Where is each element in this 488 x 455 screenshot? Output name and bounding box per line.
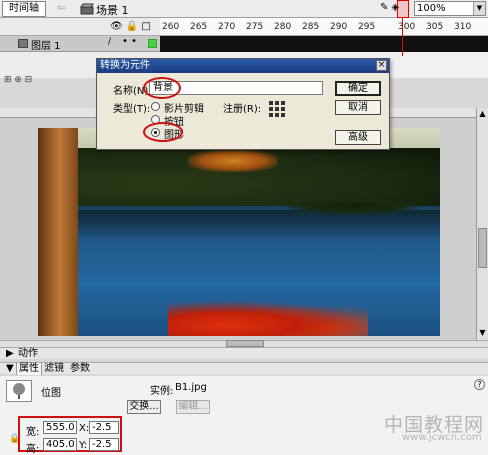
scroll-up-icon[interactable]: ▲ [477,109,488,118]
zoom-value: 100% [417,3,446,14]
ruler-tick: 265 [190,22,208,32]
y-label: Y: [79,440,88,451]
convert-to-symbol-dialog: 转换为元件 × 名称(N): 背景 类型(T): 影片剪辑 按钮 图形 注册(R… [96,58,390,150]
height-field[interactable]: 405.0 [43,438,77,451]
swap-button[interactable]: 交换... [127,400,161,414]
timeline-tab[interactable]: 时间轴 [2,1,46,17]
actions-label: 动作 [18,348,38,359]
type-label: 类型(T): [113,104,151,115]
radio-movie-clip[interactable] [151,102,160,111]
tab-filters[interactable]: 滤镜 [42,363,66,375]
bitmap-label: 位图 [41,388,61,399]
island [288,198,418,214]
registration-label: 注册(R): [223,104,262,115]
layer-header: 👁 🔒 □ [0,18,160,36]
red-leaves [168,300,368,336]
y-field[interactable]: -2.5 [89,438,119,451]
ruler-tick: 300 [398,22,416,32]
ruler-tick: 295 [358,22,376,32]
instance-label: 实例: [150,386,174,397]
ok-button[interactable]: 确定 [335,81,381,96]
bitmap-tree-icon [6,380,32,402]
advanced-button[interactable]: 高级 [335,130,381,145]
width-label: 宽: [26,427,40,438]
height-label: 高: [26,444,40,455]
highlight-oval-name [143,77,181,99]
scene-clapper-icon [80,3,94,15]
vertical-scrollbar[interactable]: ▲ ▼ [476,108,488,340]
properties-panel-tabs: ▼ 属性 滤镜 参数 [0,362,488,375]
autumn-trees [188,150,278,172]
x-field[interactable]: -2.5 [89,421,119,434]
scrollbar-thumb[interactable] [478,228,487,268]
eye-lock-outline-icons[interactable]: 👁 🔒 □ [110,21,151,32]
width-field[interactable]: 555.0 [43,421,77,434]
zoom-select[interactable]: 100% ▼ [414,1,486,16]
watermark-url: www.jcwcn.com [402,432,482,443]
scroll-down-icon[interactable]: ▼ [477,328,488,337]
collapse-arrow-icon[interactable]: ▼ [6,363,14,374]
playhead-line [402,18,403,56]
scene-label[interactable]: 场景 1 [96,2,129,18]
ruler-tick: 280 [274,22,292,32]
layer-outline-color-swatch[interactable] [148,39,157,48]
ruler-tick: 260 [162,22,180,32]
dialog-title: 转换为元件 [100,60,150,71]
frame-ruler[interactable]: 260 265 270 275 280 285 290 295 300 305 … [160,18,488,36]
stage-bitmap[interactable] [38,128,440,336]
insert-layer-icons[interactable]: ⊞ ⊕ ⊟ [4,75,32,85]
dialog-title-bar[interactable]: 转换为元件 × [97,59,389,73]
expand-arrow-icon: ▶ [6,348,14,359]
ruler-tick: 270 [218,22,236,32]
actions-panel-bar[interactable]: ▶ 动作 [0,347,488,359]
tab-properties[interactable]: 属性 [16,363,42,375]
hscrollbar-thumb[interactable] [226,340,264,347]
tree-trunk [38,128,78,336]
ruler-tick: 310 [454,22,472,32]
frames-row[interactable] [160,36,488,52]
pencil-icon: / [108,37,112,47]
ruler-tick: 285 [302,22,320,32]
x-label: X: [79,423,90,434]
highlight-oval-graphic [143,122,183,142]
layer-visibility-dots[interactable]: • • [122,36,137,47]
tab-parameters[interactable]: 参数 [68,363,92,375]
instance-value: B1.jpg [175,382,207,393]
layer-icon [18,39,28,48]
chevron-down-icon[interactable]: ▼ [473,2,485,15]
cancel-button[interactable]: 取消 [335,100,381,115]
ruler-tick: 290 [330,22,348,32]
layer-name: 图层 1 [31,41,61,52]
ruler-tick: 275 [246,22,264,32]
back-arrow-icon[interactable]: ⇦ [57,3,65,14]
top-toolbar: 时间轴 ⇦ 场景 1 ✎ ◈ 100% ▼ [0,0,488,18]
ruler-tick: 305 [426,22,444,32]
close-icon[interactable]: × [376,60,387,71]
help-icon[interactable]: ? [474,379,485,390]
water-reflection [38,210,440,240]
playhead[interactable] [397,0,409,18]
registration-grid-icon[interactable] [269,101,285,117]
layer-row[interactable]: 图层 1 / • • [0,36,160,52]
edit-button: 编辑... [176,400,210,414]
